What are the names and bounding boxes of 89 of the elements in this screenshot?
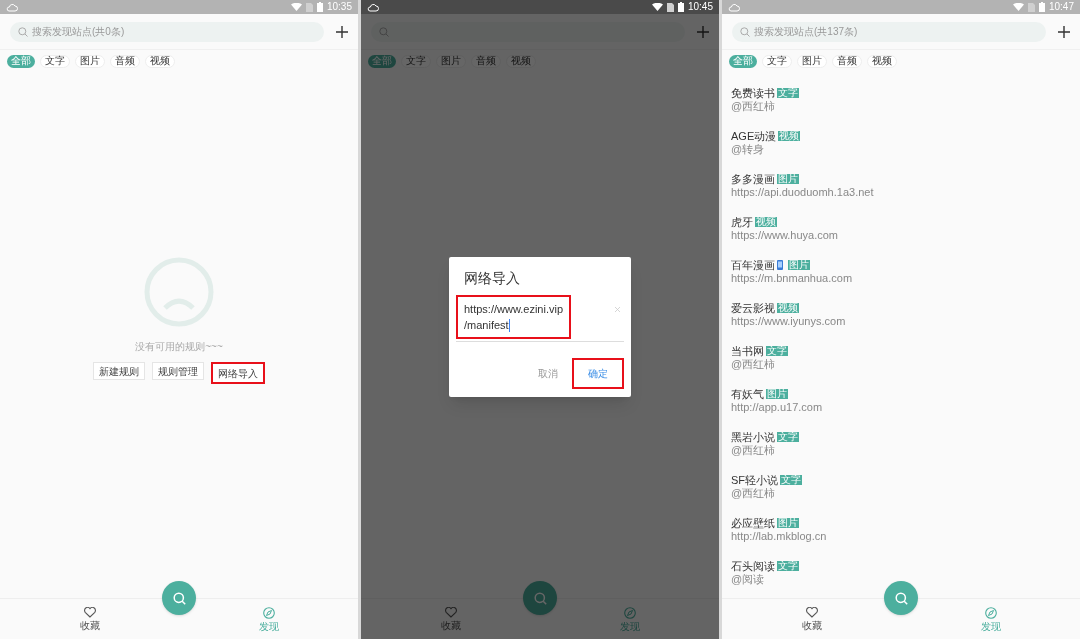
filter-chip[interactable]: 文字 (762, 54, 792, 68)
heart-icon (444, 607, 457, 618)
site-name[interactable]: 有妖气 (731, 388, 764, 400)
category-tag: 文字 (766, 346, 788, 356)
status-time: 10:35 (326, 2, 352, 12)
search-field[interactable] (371, 21, 685, 42)
site-source: http://app.u17.com (731, 401, 824, 413)
category-tag: 图片 (766, 389, 788, 399)
site-name[interactable]: 当书网 (731, 345, 764, 357)
cloud-icon (367, 2, 379, 12)
heart-icon (805, 607, 818, 618)
category-tag: 文字 (777, 88, 799, 98)
search-fab[interactable] (162, 581, 196, 615)
category-tag: 图片 (788, 260, 810, 270)
sad-face-icon (143, 256, 215, 328)
site-source: https://www.iyunys.com (731, 315, 847, 327)
site-source: @西红柿 (731, 100, 777, 112)
filter-chip[interactable]: 视频 (145, 54, 175, 68)
dialog-title: 网络导入 (463, 271, 521, 285)
status-time: 10:47 (1048, 2, 1074, 12)
search-fab[interactable] (884, 581, 918, 615)
site-source: http://lab.mkblog.cn (731, 530, 828, 542)
site-name[interactable]: 爱云影视 (731, 302, 775, 314)
site-source: @阅读 (731, 573, 766, 585)
filter-chip[interactable]: 文字 (40, 54, 70, 68)
site-name[interactable]: 必应壁纸 (731, 517, 775, 529)
text-cursor (508, 318, 510, 332)
category-tag: 图片 (777, 518, 799, 528)
wifi-icon (651, 3, 663, 11)
site-name[interactable]: AGE动漫 (731, 130, 777, 142)
search-fab[interactable] (523, 581, 557, 615)
heart-icon (83, 607, 96, 618)
filter-chip[interactable]: 图片 (797, 54, 827, 68)
empty-message: 没有可用的规则~~~ (135, 342, 223, 352)
site-source: https://m.bnmanhua.com (731, 272, 854, 284)
clear-icon[interactable] (615, 307, 620, 312)
add-icon[interactable] (336, 25, 348, 38)
search-icon (379, 26, 389, 37)
filter-chip[interactable]: 音频 (110, 54, 140, 68)
filter-chip[interactable]: 音频 (832, 54, 862, 68)
compass-icon (623, 606, 636, 619)
status-time: 10:45 (687, 2, 713, 12)
search-icon (18, 26, 28, 37)
search-icon (740, 26, 750, 37)
sim-icon (666, 2, 674, 12)
site-source: https://api.duoduomh.1a3.net (731, 186, 875, 198)
battery-icon (677, 2, 684, 12)
site-name[interactable]: 百年漫画 (731, 259, 775, 271)
confirm-button[interactable]: 确定 (572, 358, 624, 389)
battery-icon (1038, 2, 1045, 12)
site-name[interactable]: 免费读书 (731, 87, 775, 99)
cloud-icon (6, 2, 18, 12)
site-source: @西红柿 (731, 358, 777, 370)
search-icon (533, 591, 547, 605)
battery-icon (316, 2, 323, 12)
compass-icon (984, 606, 997, 619)
compass-icon (262, 606, 275, 619)
nav-tab[interactable]: 收藏 (0, 599, 179, 639)
sim-icon (1027, 2, 1035, 12)
site-source: https://www.huya.com (731, 229, 839, 241)
site-source: @转身 (731, 143, 766, 155)
category-tag: 视频 (778, 131, 801, 141)
filter-chip[interactable]: 视频 (867, 54, 897, 68)
category-tag: 文字 (777, 432, 799, 442)
cloud-icon (728, 2, 740, 12)
add-icon[interactable] (1058, 25, 1070, 38)
search-icon (894, 591, 908, 605)
site-name[interactable]: SF轻小说 (731, 474, 779, 486)
sim-icon (305, 2, 313, 12)
category-tag: 图片 (777, 174, 799, 184)
site-name[interactable]: 石头阅读 (731, 560, 775, 572)
category-tag: 文字 (780, 475, 803, 485)
site-source: @西红柿 (731, 487, 777, 499)
site-name[interactable]: 虎牙 (731, 216, 753, 228)
action-button[interactable]: 网络导入 (211, 362, 265, 384)
wifi-icon (290, 3, 302, 11)
site-name[interactable]: 黑岩小说 (731, 431, 775, 443)
action-button[interactable]: 新建规则 (93, 362, 145, 380)
category-tag: 文字 (777, 561, 799, 571)
url-input-field[interactable]: https://www.ezini.vip /manifest (456, 295, 572, 339)
site-name[interactable]: 多多漫画 (731, 173, 775, 185)
site-source: @西红柿 (731, 444, 777, 456)
nav-tab[interactable]: 收藏 (722, 599, 901, 639)
action-button[interactable]: 规则管理 (152, 362, 204, 380)
filter-chip[interactable]: 图片 (75, 54, 105, 68)
wifi-icon (1012, 3, 1024, 11)
category-tag: 视频 (777, 303, 799, 313)
category-tag: 视频 (755, 217, 777, 227)
search-icon (172, 591, 186, 605)
